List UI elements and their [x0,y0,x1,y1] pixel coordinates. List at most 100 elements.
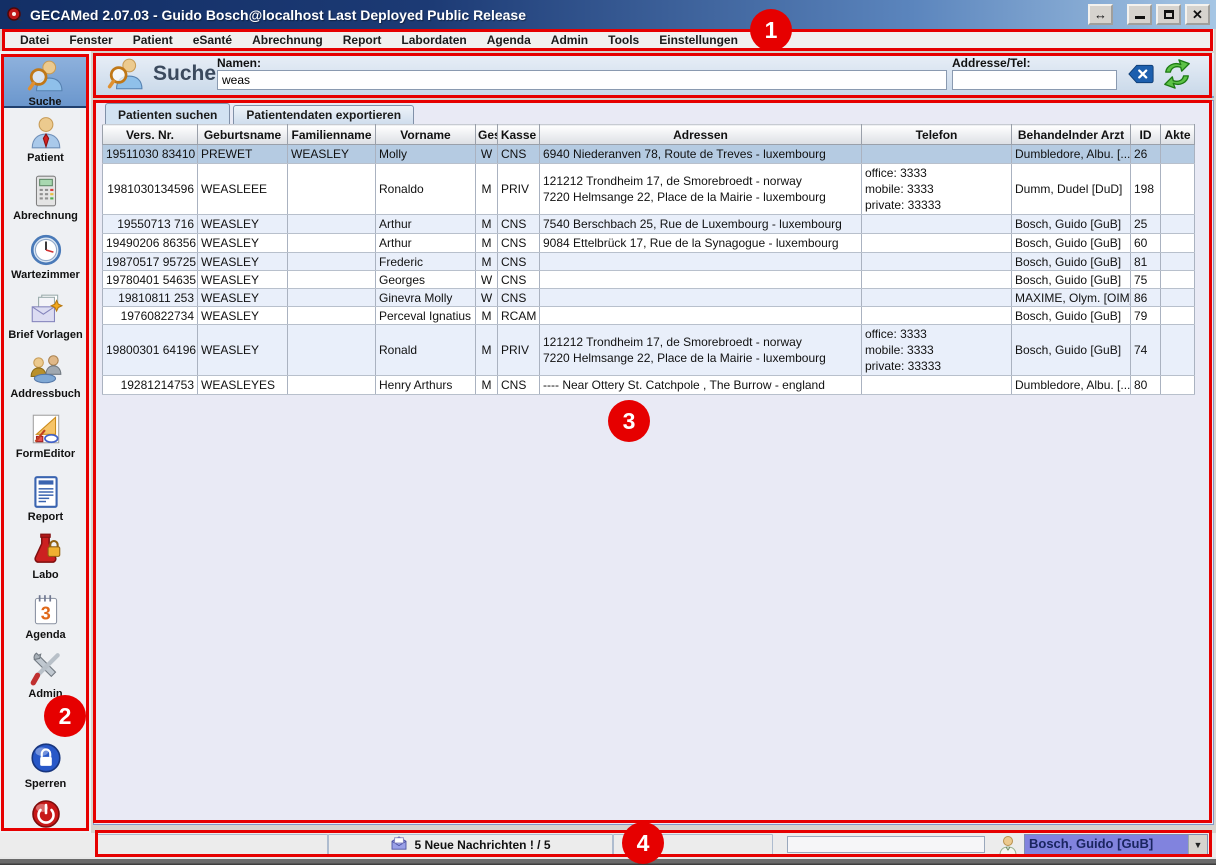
cell-ges: M [476,325,498,376]
column-header-geburtsname[interactable]: Geburtsname [198,125,288,145]
cell-geburtsname: WEASLEY [198,215,288,234]
cell-kasse: RCAM [498,307,540,325]
cell-kasse: CNS [498,145,540,164]
sidebar-item-patient[interactable]: Patient [0,115,91,164]
table-row[interactable]: 19760822734WEASLEYPerceval IgnatiusMRCAM… [103,307,1195,325]
sidebar-item-wartezimmer[interactable]: Wartezimmer [0,232,91,281]
table-row[interactable]: 19780401 54635WEASLEYGeorgesWCNSBosch, G… [103,271,1195,289]
maximize-button[interactable] [1156,4,1181,25]
table-row[interactable]: 19490206 86356WEASLEYArthurMCNS9084 Ette… [103,234,1195,253]
report-doc-icon [28,474,64,510]
chevron-down-icon[interactable]: ▼ [1188,835,1207,854]
cell-familienname [288,215,376,234]
table-row[interactable]: 19511030 83410PREWETWEASLEYMollyWCNS6940… [103,145,1195,164]
sidebar-item-formeditor[interactable]: FormEditor [0,411,91,460]
column-header-vers-nr[interactable]: Vers. Nr. [103,125,198,145]
sidebar-item-suche[interactable]: Suche [2,54,88,108]
sidebar-item-label: Suche [3,96,87,108]
cell-id: 80 [1131,376,1161,395]
column-header-ges[interactable]: Ges [476,125,498,145]
menu-item-tools[interactable]: Tools [598,31,649,49]
sidebar-item-addressbuch[interactable]: Addressbuch [0,351,91,400]
content-area: Suche Namen: Addresse/Tel: [91,51,1216,833]
cell-id: 81 [1131,253,1161,271]
menu-item-patient[interactable]: Patient [123,31,183,49]
sidebar-item-sperren[interactable]: Sperren [0,741,91,790]
cell-vorname: Ronald [376,325,476,376]
table-row[interactable]: 19870517 95725WEASLEYFredericMCNSBosch, … [103,253,1195,271]
tab-patientendaten-exportieren[interactable]: Patientendaten exportieren [233,105,414,124]
menu-item-datei[interactable]: Datei [10,31,59,49]
status-segment-left [97,834,328,855]
cell-id: 74 [1131,325,1161,376]
search-person-icon [27,59,63,95]
menu-item-abrechnung[interactable]: Abrechnung [242,31,333,49]
table-row[interactable]: 1981030134596WEASLEEERonaldoMPRIV121212 … [103,164,1195,215]
tab-patienten-suchen[interactable]: Patienten suchen [105,103,230,124]
minimize-button[interactable] [1127,4,1152,25]
cell-vers: 1981030134596 [103,164,198,215]
cell-telefon [862,307,1012,325]
menu-item-admin[interactable]: Admin [541,31,598,49]
sidebar-item-brief-vorlagen[interactable]: Brief Vorlagen [0,292,91,341]
table-row[interactable]: 19810811 253WEASLEYGinevra MollyWCNSMAXI… [103,289,1195,307]
cell-ges: M [476,376,498,395]
column-header-vorname[interactable]: Vorname [376,125,476,145]
column-header-adressen[interactable]: Adressen [540,125,862,145]
sidebar-item-admin[interactable]: Admin [0,651,91,700]
user-select-dropdown[interactable]: Bosch, Guido [GuB] ▼ [1024,834,1208,855]
table-row[interactable]: 19550713 716WEASLEYArthurMCNS7540 Bersch… [103,215,1195,234]
cell-telefon [862,234,1012,253]
table-row[interactable]: 19800301 64196WEASLEYRonaldMPRIV121212 T… [103,325,1195,376]
name-search-input[interactable] [217,70,947,90]
status-quick-field[interactable] [787,836,985,853]
cell-kasse: CNS [498,215,540,234]
sidebar-item-agenda[interactable]: 3Agenda [0,592,91,641]
column-header-familienname[interactable]: Familienname [288,125,376,145]
menu-item-agenda[interactable]: Agenda [477,31,541,49]
cell-ges: M [476,215,498,234]
calendar-icon: 3 [28,592,64,628]
cell-geburtsname: WEASLEY [198,234,288,253]
menu-item-report[interactable]: Report [333,31,392,49]
cell-id: 25 [1131,215,1161,234]
cell-familienname [288,325,376,376]
close-button[interactable]: ✕ [1185,4,1210,25]
refresh-icon[interactable] [1161,58,1193,90]
sidebar-item-report[interactable]: Report [0,474,91,523]
cell-familienname [288,271,376,289]
menu-item-einstellungen[interactable]: Einstellungen [649,31,748,49]
cell-geburtsname: WEASLEY [198,253,288,271]
cell-ges: W [476,289,498,307]
cell-telefon [862,271,1012,289]
cell-telefon [862,376,1012,395]
column-header-kasse[interactable]: Kasse [498,125,540,145]
menu-item-hilfe[interactable]: Hilfe [748,31,794,49]
tools-icon [28,651,64,687]
cell-id: 198 [1131,164,1161,215]
menu-item-labordaten[interactable]: Labordaten [391,31,476,49]
address-search-input[interactable] [952,70,1117,90]
cell-vorname: Arthur [376,234,476,253]
window-bottom-frame [0,857,1216,865]
restore-button[interactable]: ↔ [1088,4,1113,25]
sidebar-item-logout[interactable] [0,797,91,833]
column-header-id[interactable]: ID [1131,125,1161,145]
form-editor-icon [28,411,64,447]
window-title: GECAMed 2.07.03 - Guido Bosch@localhost … [30,7,526,23]
column-header-behandelnder-arzt[interactable]: Behandelnder Arzt [1012,125,1131,145]
cell-vers: 19490206 86356 [103,234,198,253]
table-row[interactable]: 19281214753WEASLEYESHenry ArthursMCNS---… [103,376,1195,395]
column-header-telefon[interactable]: Telefon [862,125,1012,145]
tab-bar: Patienten suchenPatientendaten exportier… [105,103,417,124]
sidebar-item-labo[interactable]: Labo [0,532,91,581]
menu-item-fenster[interactable]: Fenster [59,31,122,49]
main-panel: Patienten suchenPatientendaten exportier… [93,100,1214,825]
cell-vorname: Georges [376,271,476,289]
sidebar-item-abrechnung[interactable]: Abrechnung [0,173,91,222]
menu-item-esante[interactable]: eSanté [183,31,242,49]
status-messages[interactable]: 5 Neue Nachrichten ! / 5 [328,834,613,855]
cell-geburtsname: WEASLEY [198,271,288,289]
clear-search-icon[interactable] [1128,63,1154,85]
column-header-akte[interactable]: Akte [1161,125,1195,145]
